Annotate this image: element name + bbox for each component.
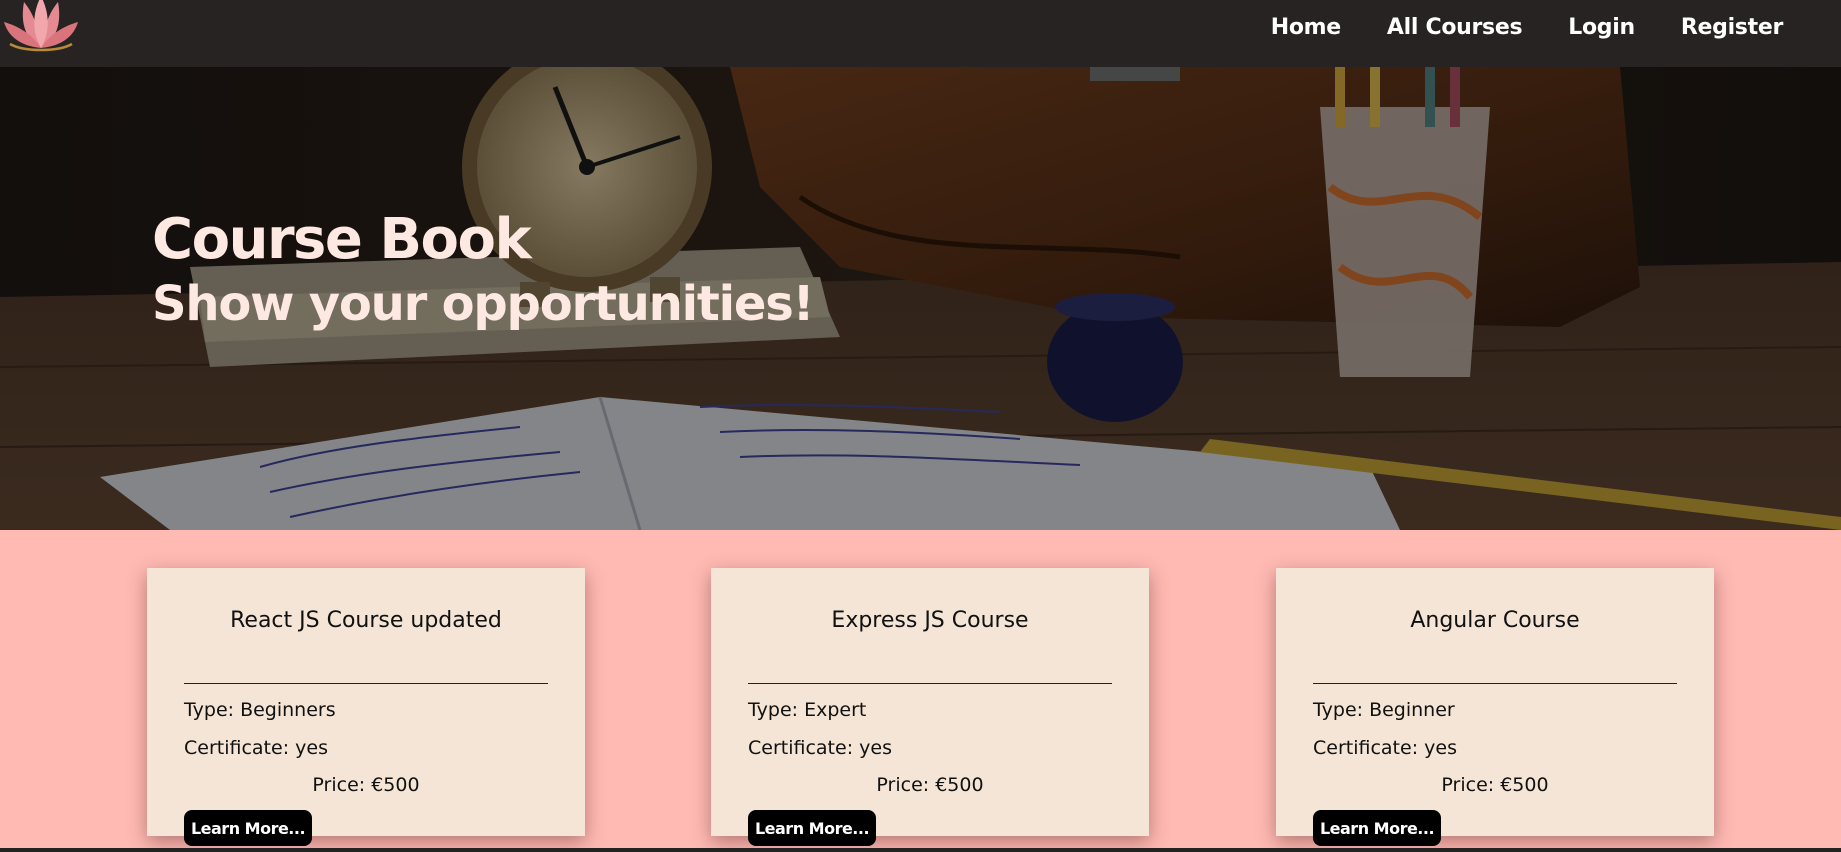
divider	[748, 683, 1112, 684]
learn-more-button[interactable]: Learn More...	[748, 810, 876, 846]
course-card: Express JS Course Type: Expert Certifica…	[711, 568, 1149, 846]
navbar: Home All Courses Login Register	[0, 0, 1841, 67]
course-certificate: Certificate: yes	[748, 737, 892, 759]
divider	[184, 683, 548, 684]
nav-register-link[interactable]: Register	[1681, 15, 1783, 40]
lotus-logo-icon[interactable]	[2, 0, 80, 54]
course-type: Type: Beginner	[1313, 699, 1455, 721]
course-certificate: Certificate: yes	[184, 737, 328, 759]
course-price: Price: €500	[1441, 774, 1549, 796]
course-price: Price: €500	[312, 774, 420, 796]
nav-all-courses-link[interactable]: All Courses	[1387, 15, 1523, 40]
course-title: Express JS Course	[831, 608, 1029, 633]
learn-more-button[interactable]: Learn More...	[1313, 810, 1441, 846]
course-cards-section: React JS Course updated Type: Beginners …	[0, 568, 1841, 848]
learn-more-button[interactable]: Learn More...	[184, 810, 312, 846]
divider	[1313, 683, 1677, 684]
course-certificate: Certificate: yes	[1313, 737, 1457, 759]
hero-title: Course Book	[152, 207, 532, 272]
course-card: React JS Course updated Type: Beginners …	[147, 568, 585, 846]
hero-banner: Course Book Show your opportunities!	[0, 67, 1841, 530]
course-price: Price: €500	[876, 774, 984, 796]
course-card: Angular Course Type: Beginner Certificat…	[1276, 568, 1714, 846]
course-title: Angular Course	[1410, 608, 1580, 633]
hero-subtitle: Show your opportunities!	[152, 276, 814, 332]
course-title: React JS Course updated	[230, 608, 502, 633]
nav-links: Home All Courses Login Register	[1271, 0, 1784, 54]
course-type: Type: Beginners	[184, 699, 336, 721]
nav-login-link[interactable]: Login	[1568, 15, 1635, 40]
page-bottom-border	[0, 848, 1841, 852]
course-type: Type: Expert	[748, 699, 867, 721]
nav-home-link[interactable]: Home	[1271, 15, 1341, 40]
